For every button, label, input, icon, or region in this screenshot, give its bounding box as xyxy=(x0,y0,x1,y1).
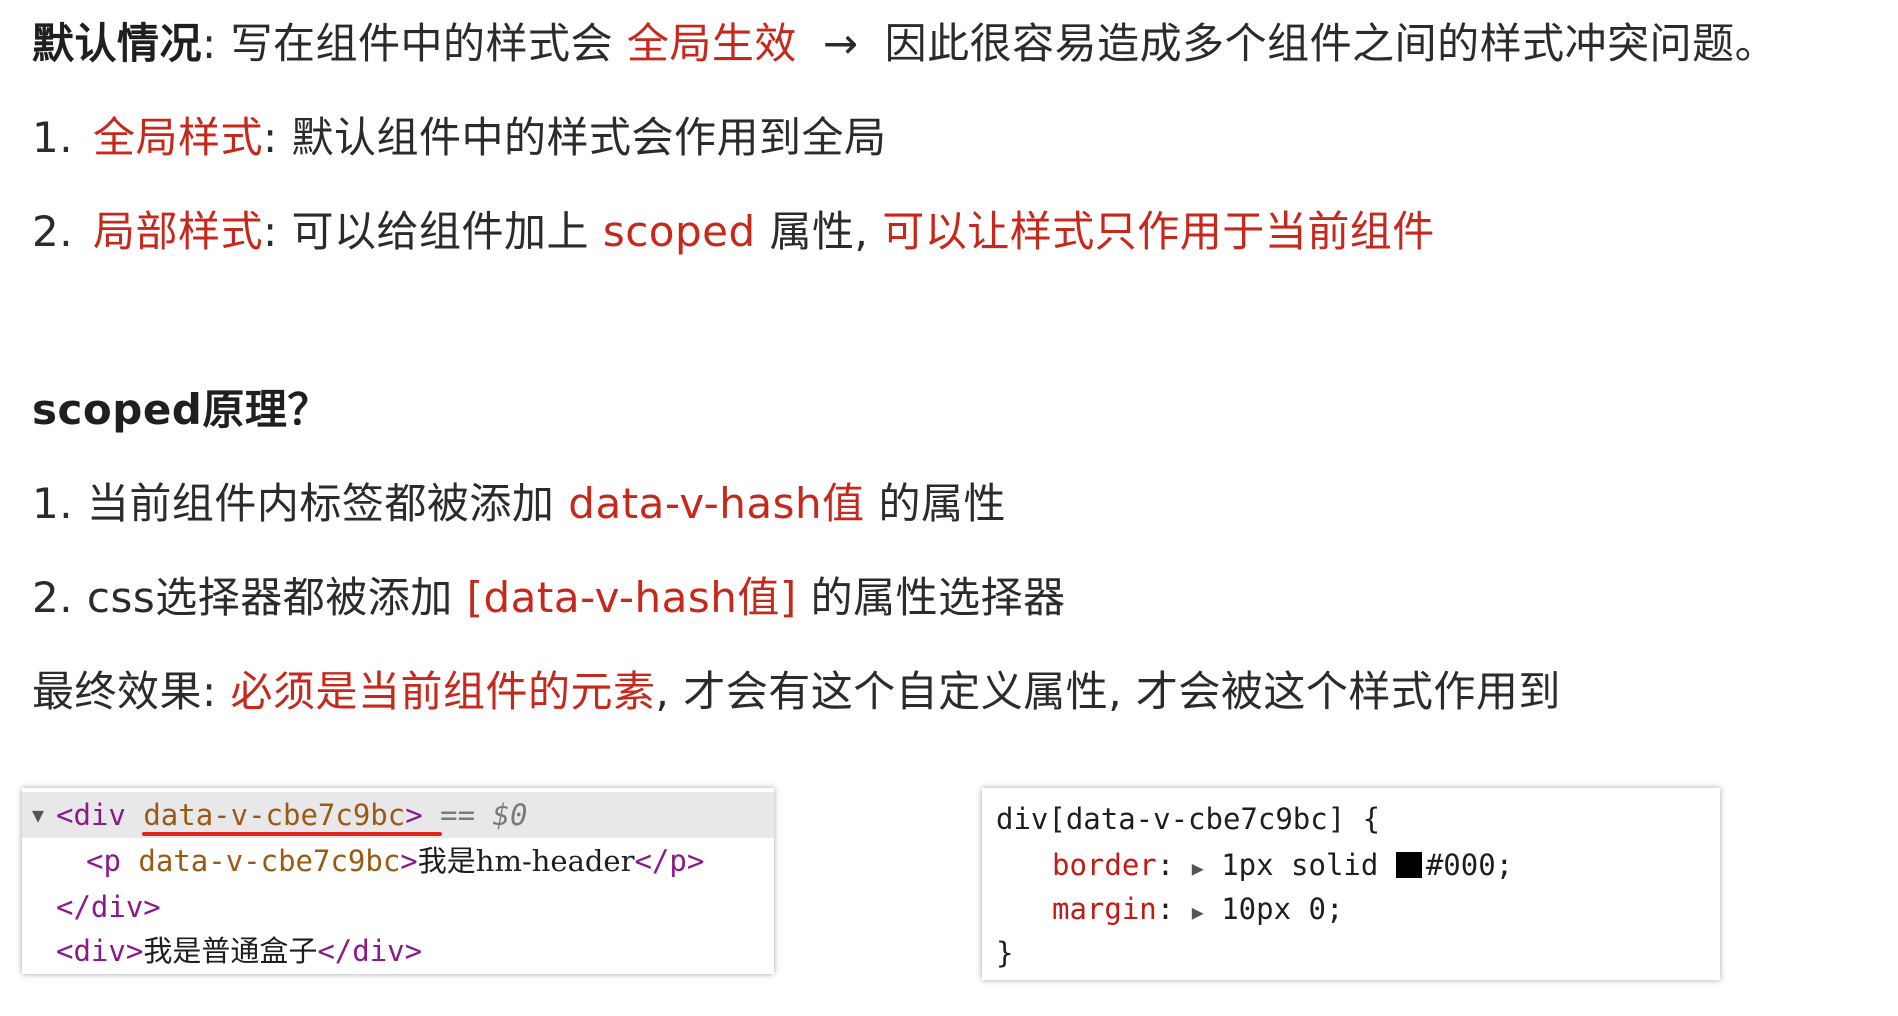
attr-underline xyxy=(142,832,442,836)
color-swatch-icon[interactable] xyxy=(1395,852,1422,878)
tag-open: <p xyxy=(86,844,139,878)
list-num: 2. xyxy=(32,207,74,256)
principle-item-1: 1. 当前组件内标签都被添加 data-v-hash值 的属性 xyxy=(32,478,1006,530)
tag-close-div: </div> xyxy=(56,890,161,924)
devtools-styles-panel: div[data-v-cbe7c9bc] { border: ▶ 1px sol… xyxy=(982,788,1720,980)
list-num: 1. xyxy=(32,113,74,162)
list-item-local-style: 2. 局部样式: 可以给组件加上 scoped 属性, 可以让样式只作用于当前组… xyxy=(32,206,1435,258)
css-prop-border[interactable]: border: ▶ 1px solid #000; xyxy=(982,842,1720,888)
tag-open: <div> xyxy=(56,934,144,968)
devtools-elements-panel: ▼ <div data-v-cbe7c9bc> == $0 <p data-v-… xyxy=(22,788,774,974)
principle-item-1-highlight: data-v-hash值 xyxy=(568,479,865,528)
expand-triangle-icon[interactable]: ▼ xyxy=(32,792,44,838)
data-attr: data-v-cbe7c9bc xyxy=(143,798,406,832)
intro-text-b: 因此很容易造成多个组件之间的样式冲突问题。 xyxy=(884,19,1778,68)
principle-item-2: 2. css选择器都被添加 [data-v-hash值] 的属性选择器 xyxy=(32,572,1066,624)
tag-end: </div> xyxy=(317,934,423,968)
list-text-a: : 可以给组件加上 xyxy=(262,207,603,256)
expand-arrow-icon[interactable]: ▶ xyxy=(1192,889,1204,935)
list-text: : 默认组件中的样式会作用到全局 xyxy=(262,113,887,162)
list-text-b: 属性, xyxy=(755,207,883,256)
tag-close: > xyxy=(405,798,423,832)
intro-text-a: 写在组件中的样式会 xyxy=(230,19,614,68)
principle-item-1-a: 1. 当前组件内标签都被添加 xyxy=(32,479,569,528)
css-prop-margin[interactable]: margin: ▶ 10px 0; xyxy=(982,886,1720,932)
dom-row-div-close[interactable]: </div> xyxy=(22,884,774,930)
list-highlight: 全局样式 xyxy=(92,113,263,162)
principle-item-2-highlight: [data-v-hash值] xyxy=(466,573,797,622)
list-highlight-2: 可以让样式只作用于当前组件 xyxy=(882,207,1435,256)
intro-colon: : xyxy=(202,19,217,68)
final-effect: 最终效果: 必须是当前组件的元素, 才会有这个自定义属性, 才会被这个样式作用到 xyxy=(32,666,1561,718)
css-close-row: } xyxy=(982,930,1720,976)
div-text: 我是普通盒子 xyxy=(143,934,318,968)
tag-close: > xyxy=(400,844,418,878)
prop-colon: : xyxy=(1156,892,1175,926)
list-item-global-style: 1. 全局样式: 默认组件中的样式会作用到全局 xyxy=(32,112,886,164)
final-highlight: 必须是当前组件的元素 xyxy=(230,667,656,716)
intro-label: 默认情况 xyxy=(32,19,203,68)
dom-row-div-plain[interactable]: <div>我是普通盒子</div> xyxy=(22,928,774,974)
final-b: , 才会有这个自定义属性, 才会被这个样式作用到 xyxy=(655,667,1561,716)
css-close-brace: } xyxy=(996,936,1014,970)
prop-value-a[interactable]: 1px solid xyxy=(1221,848,1396,882)
list-highlight: 局部样式 xyxy=(92,207,263,256)
principle-heading: scoped原理？ xyxy=(32,385,330,434)
tag-open: <div xyxy=(56,798,144,832)
css-selector: div[data-v-cbe7c9bc] { xyxy=(996,802,1381,836)
expand-arrow-icon[interactable]: ▶ xyxy=(1192,845,1204,891)
selected-eq: == xyxy=(422,798,493,832)
arrow-icon: → xyxy=(822,19,859,68)
intro-highlight: 全局生效 xyxy=(626,19,797,68)
css-selector-row: div[data-v-cbe7c9bc] { xyxy=(982,796,1720,842)
prop-value-b[interactable]: #000; xyxy=(1426,848,1513,882)
selected-ref: $0 xyxy=(492,798,528,832)
p-text: 我是hm-header xyxy=(417,844,635,878)
intro-line: 默认情况: 写在组件中的样式会 全局生效 → 因此很容易造成多个组件之间的样式冲突问… xyxy=(32,18,1777,70)
dom-row-p[interactable]: <p data-v-cbe7c9bc>我是hm-header</p> xyxy=(22,838,774,884)
tag-end: </p> xyxy=(634,844,705,878)
prop-name[interactable]: border xyxy=(1052,848,1157,882)
prop-value[interactable]: 10px 0; xyxy=(1221,892,1343,926)
prop-colon: : xyxy=(1156,848,1175,882)
principle-item-1-b: 的属性 xyxy=(864,479,1007,528)
principle-item-2-b: 的属性选择器 xyxy=(796,573,1066,622)
principle-item-2-a: 2. css选择器都被添加 xyxy=(32,573,467,622)
prop-name[interactable]: margin xyxy=(1052,892,1157,926)
final-a: 最终效果: xyxy=(32,667,231,716)
data-attr: data-v-cbe7c9bc xyxy=(138,844,401,878)
scoped-keyword: scoped xyxy=(602,207,756,256)
